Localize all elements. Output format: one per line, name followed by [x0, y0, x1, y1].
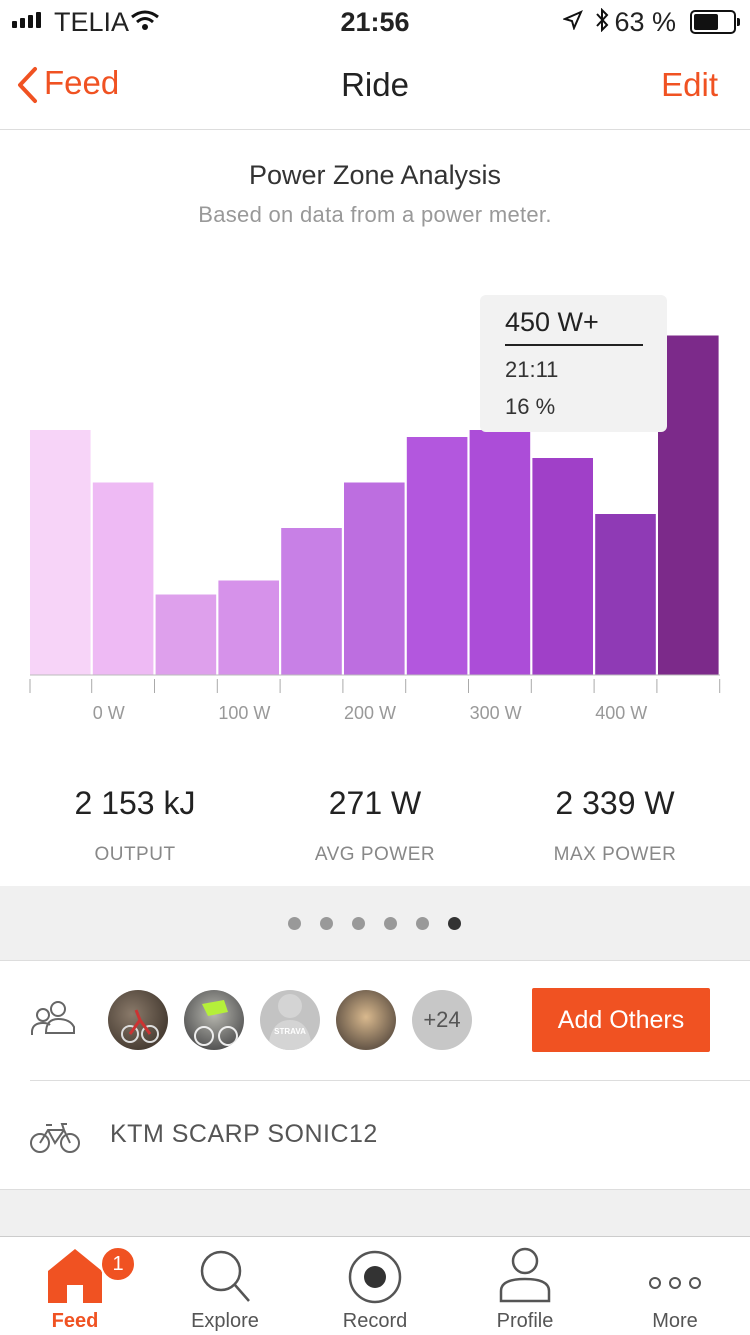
page-dot[interactable] — [320, 917, 333, 930]
chart-tooltip: 450 W+ 21:11 16 % — [480, 295, 667, 432]
x-tick-label: 100 W — [218, 703, 270, 723]
search-icon — [200, 1250, 250, 1302]
profile-icon — [499, 1247, 551, 1303]
chart-bar[interactable] — [281, 528, 342, 675]
section-spacer — [0, 1190, 750, 1236]
page-dot[interactable] — [384, 917, 397, 930]
more-athletes-count[interactable]: +24 — [412, 990, 472, 1050]
add-others-button[interactable]: Add Others — [532, 988, 710, 1052]
chart-bar[interactable] — [469, 430, 531, 675]
chart-bar[interactable] — [595, 514, 656, 675]
athlete-avatar[interactable] — [184, 990, 244, 1050]
tooltip-time: 21:11 — [505, 357, 559, 382]
x-tick-label: 400 W — [595, 703, 647, 723]
stat-output: 2 153 kJ OUTPUT — [10, 785, 260, 866]
chart-bar[interactable] — [218, 580, 279, 676]
home-icon — [48, 1249, 102, 1303]
stat-avg-power: 271 W AVG POWER — [250, 785, 500, 866]
tab-label: More — [652, 1310, 698, 1332]
stat-label: AVG POWER — [314, 844, 436, 865]
chart-title: Power Zone Analysis — [248, 160, 502, 190]
chart-bar[interactable] — [344, 482, 405, 676]
stat-value: 271 W — [328, 785, 422, 821]
stat-label: OUTPUT — [94, 844, 176, 865]
stat-label: MAX POWER — [553, 844, 677, 865]
x-tick-label: 0 W — [93, 703, 125, 723]
tab-bar: 1 Feed Explore Record Profile More — [0, 1236, 750, 1335]
bike-name: KTM SCARP SONIC12 — [110, 1120, 378, 1148]
stat-value: 2 339 W — [555, 785, 675, 821]
notification-badge: 1 — [100, 1246, 136, 1282]
battery-percent: 63 % — [614, 7, 676, 37]
chart-bar[interactable] — [658, 335, 719, 676]
chart-bar[interactable] — [532, 458, 593, 675]
tab-label: Record — [342, 1310, 408, 1332]
page-title: Ride — [341, 66, 409, 103]
chart-bar[interactable] — [406, 437, 468, 675]
chart-bar[interactable] — [92, 482, 154, 676]
svg-text:STRAVA: STRAVA — [274, 1027, 306, 1036]
edit-button[interactable]: Edit — [661, 66, 718, 104]
chart-bar[interactable] — [30, 430, 91, 675]
tab-label: Feed — [51, 1310, 99, 1332]
chart-bar[interactable] — [155, 594, 217, 676]
bike-icon — [30, 1123, 80, 1153]
bluetooth-icon — [596, 8, 609, 32]
more-icon — [649, 1277, 701, 1289]
tooltip-label: 450 W+ — [505, 307, 599, 337]
stat-value: 2 153 kJ — [74, 785, 196, 821]
page-dot[interactable] — [416, 917, 429, 930]
page-indicator[interactable] — [0, 886, 750, 961]
tab-profile[interactable]: Profile — [450, 1237, 600, 1335]
tab-label: Profile — [496, 1310, 554, 1332]
tooltip-percent: 16 % — [505, 394, 556, 419]
page-dot[interactable] — [288, 917, 301, 930]
tab-more[interactable]: More — [600, 1237, 750, 1335]
status-bar: TELIA 21:56 63 % — [0, 0, 750, 40]
x-tick-label: 200 W — [344, 703, 396, 723]
tab-record[interactable]: Record — [300, 1237, 450, 1335]
tab-label: Explore — [191, 1310, 259, 1332]
tab-explore[interactable]: Explore — [150, 1237, 300, 1335]
location-arrow-icon — [563, 10, 583, 30]
record-icon — [348, 1250, 402, 1304]
athlete-avatar[interactable] — [336, 990, 396, 1050]
page-dot[interactable] — [352, 917, 365, 930]
battery-icon — [690, 10, 740, 34]
tab-feed[interactable]: 1 Feed — [0, 1237, 150, 1335]
people-icon — [31, 1001, 75, 1035]
chart-subtitle: Based on data from a power meter. — [198, 202, 552, 227]
page-dot[interactable] — [448, 917, 461, 930]
nav-bar: Feed Ride Edit — [0, 40, 750, 130]
stat-max-power: 2 339 W MAX POWER — [490, 785, 740, 866]
athlete-avatar[interactable] — [108, 990, 168, 1050]
athlete-avatar[interactable]: STRAVA — [260, 990, 320, 1050]
x-tick-label: 300 W — [470, 703, 522, 723]
